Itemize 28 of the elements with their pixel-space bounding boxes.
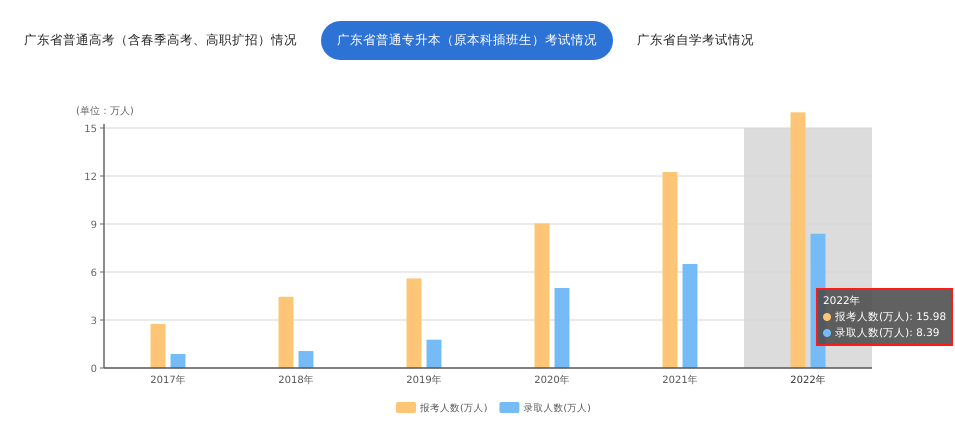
axis-tick-label: 2019年 [406,375,442,386]
tab[interactable]: 广东省普通专升本（原本科插班生）考试情况 [321,20,613,60]
legend-swatch [499,402,520,413]
bar [426,340,442,368]
tooltip-value: 录取人数(万人): 8.39 [835,326,940,341]
axis-tick-label: 2022年 [790,375,826,386]
axis-tick-label: 3 [90,316,97,327]
axis-tick-label: 9 [90,220,97,231]
axis-tick-label: 2018年 [278,375,314,386]
axis-tick-label: 2021年 [662,375,698,386]
axis-tick-label: 0 [90,364,97,375]
bar [298,351,314,368]
axis-tick-label: 15 [84,124,97,135]
legend-swatch [396,402,416,413]
legend-label: 录取人数(万人) [523,403,591,414]
axis-tick-label: 2020年 [534,375,570,386]
axis-tick-label: 12 [84,172,97,183]
axis-tick-label: 2017年 [150,375,186,386]
unit-label: (单位：万人) [76,106,134,117]
tooltip-value: 报考人数(万人): 15.98 [835,310,946,325]
bar [278,296,294,368]
legend-label: 报考人数(万人) [420,403,488,414]
axis-tick-label: 6 [90,268,97,279]
tab[interactable]: 广东省自学考试情况 [629,22,762,58]
bar [170,354,186,368]
tooltip-title: 2022年 [823,295,861,307]
bar [150,324,166,368]
tab[interactable]: 广东省普通高考（含春季高考、高职扩招）情况 [16,22,305,58]
